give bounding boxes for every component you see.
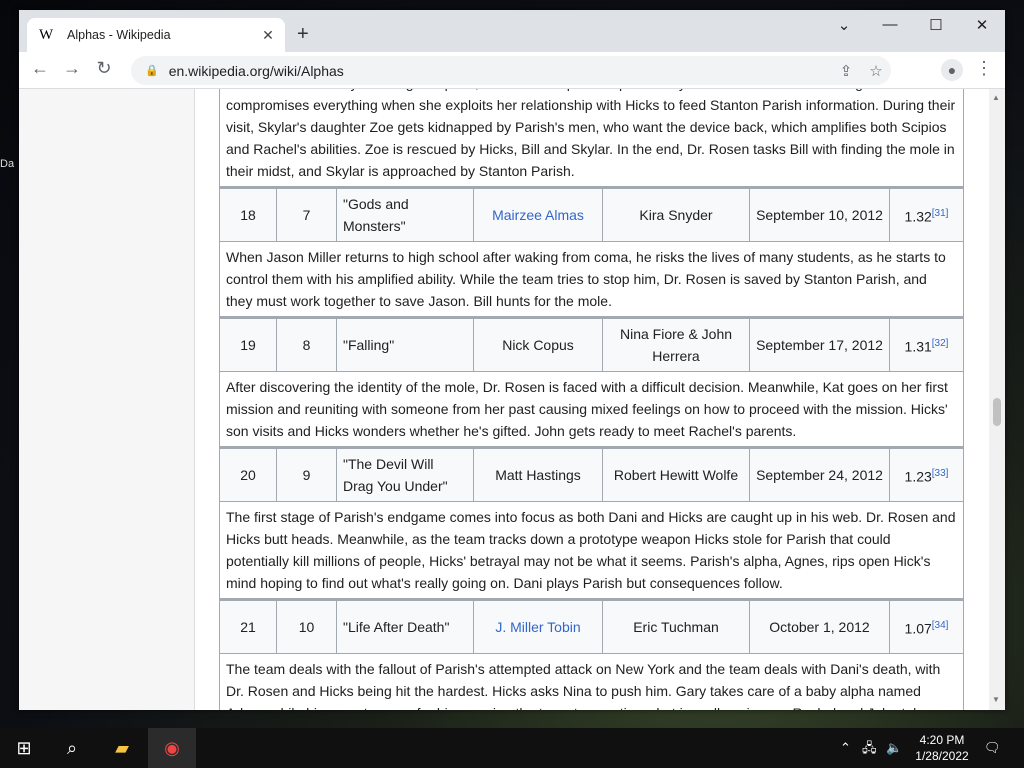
chrome-icon[interactable]: ◉ bbox=[148, 728, 196, 768]
episode-director[interactable]: Mairzee Almas bbox=[473, 187, 603, 242]
show-hidden-icons-icon[interactable]: ⌃ bbox=[840, 728, 851, 768]
episode-air-date: September 17, 2012 bbox=[749, 317, 890, 372]
episode-row: 20 9 "The Devil Will Drag You Under" Matt H… bbox=[219, 447, 964, 502]
summary-text: When Jason Miller returns to high school… bbox=[219, 241, 964, 318]
episode-viewers: 1.23[33] bbox=[889, 447, 964, 502]
episode-overall-number: 18 bbox=[219, 187, 277, 242]
search-icon[interactable]: ⌕ bbox=[48, 728, 96, 768]
share-icon[interactable]: ⇪ bbox=[831, 62, 861, 80]
address-bar[interactable]: 🔒 en.wikipedia.org/wiki/Alphas ⇪ ☆ bbox=[131, 56, 891, 85]
episode-row: 18 7 "Gods and Monsters" Mairzee Almas Kira … bbox=[219, 187, 964, 242]
episode-writer: Robert Hewitt Wolfe bbox=[602, 447, 750, 502]
bookmark-star-icon[interactable]: ☆ bbox=[861, 62, 891, 80]
reload-icon[interactable]: ↻ bbox=[91, 58, 117, 79]
episode-summary: to a small community for refugee Alphas,… bbox=[219, 89, 964, 188]
episode-summary: When Jason Miller returns to high school… bbox=[219, 241, 964, 318]
tab-alphas[interactable]: W Alphas - Wikipedia ✕ bbox=[27, 18, 285, 52]
episode-overall-number: 21 bbox=[219, 599, 277, 654]
episode-row: 21 10 "Life After Death" J. Miller Tobin Eri… bbox=[219, 599, 964, 654]
tab-strip: W Alphas - Wikipedia ✕ + ⌄ — ☐ ✕ bbox=[19, 10, 1005, 52]
reference-link[interactable]: [33] bbox=[932, 468, 949, 479]
new-tab-icon[interactable]: + bbox=[297, 23, 309, 46]
episode-season-number: 7 bbox=[276, 187, 337, 242]
reference-link[interactable]: [32] bbox=[932, 338, 949, 349]
scroll-up-icon[interactable]: ▲ bbox=[992, 93, 1000, 102]
left-sidebar bbox=[19, 89, 195, 710]
close-window-icon[interactable]: ✕ bbox=[959, 16, 1005, 34]
profile-icon[interactable]: ● bbox=[941, 59, 963, 81]
episode-air-date: September 10, 2012 bbox=[749, 187, 890, 242]
summary-text: After discovering the identity of the mo… bbox=[219, 371, 964, 448]
episodes-table: to a small community for refugee Alphas,… bbox=[219, 89, 964, 710]
browser-window: W Alphas - Wikipedia ✕ + ⌄ — ☐ ✕ ← → ↻ 🔒… bbox=[19, 10, 1005, 710]
minimize-icon[interactable]: — bbox=[867, 16, 913, 33]
clock-date: 1/28/2022 bbox=[915, 749, 969, 763]
taskbar: ⊞ ⌕ ▰ ◉ ⌃ 🖧 🔈 4:20 PM 1/28/2022 🗨 bbox=[0, 728, 1024, 768]
start-icon[interactable]: ⊞ bbox=[0, 728, 48, 768]
close-tab-icon[interactable]: ✕ bbox=[257, 27, 279, 44]
viewers-value: 1.23 bbox=[904, 468, 932, 485]
viewers-value: 1.31 bbox=[904, 338, 932, 355]
episode-viewers: 1.31[32] bbox=[889, 317, 964, 372]
back-icon[interactable]: ← bbox=[27, 58, 53, 79]
episode-overall-number: 19 bbox=[219, 317, 277, 372]
menu-icon[interactable]: ⋮ bbox=[975, 58, 993, 79]
tab-title: Alphas - Wikipedia bbox=[67, 28, 171, 42]
summary-text: to a small community for refugee Alphas,… bbox=[219, 89, 964, 188]
desktop-icon-label[interactable]: Da bbox=[0, 158, 14, 170]
wikipedia-favicon-icon: W bbox=[39, 26, 54, 43]
reference-link[interactable]: [31] bbox=[932, 208, 949, 219]
scroll-thumb[interactable] bbox=[993, 398, 1001, 426]
volume-icon[interactable]: 🔈 bbox=[886, 728, 902, 768]
forward-icon[interactable]: → bbox=[59, 58, 85, 79]
scroll-down-icon[interactable]: ▼ bbox=[992, 695, 1000, 704]
episode-title: "Gods and Monsters" bbox=[336, 187, 474, 242]
file-explorer-icon[interactable]: ▰ bbox=[98, 728, 146, 768]
episode-director: Matt Hastings bbox=[473, 447, 603, 502]
episode-director: Nick Copus bbox=[473, 317, 603, 372]
lock-icon[interactable]: 🔒 bbox=[145, 64, 159, 77]
episode-season-number: 10 bbox=[276, 599, 337, 654]
episode-air-date: September 24, 2012 bbox=[749, 447, 890, 502]
episode-summary: The team deals with the fallout of Paris… bbox=[219, 653, 964, 710]
viewers-value: 1.07 bbox=[904, 620, 932, 637]
clock-time: 4:20 PM bbox=[919, 733, 965, 747]
summary-text: The first stage of Parish's endgame come… bbox=[219, 501, 964, 600]
episode-writer: Kira Snyder bbox=[602, 187, 750, 242]
episode-title: "Falling" bbox=[336, 317, 474, 372]
episode-overall-number: 20 bbox=[219, 447, 277, 502]
episode-writer: Eric Tuchman bbox=[602, 599, 750, 654]
episode-season-number: 8 bbox=[276, 317, 337, 372]
episode-row: 19 8 "Falling" Nick Copus Nina Fiore & John … bbox=[219, 317, 964, 372]
episode-viewers: 1.32[31] bbox=[889, 187, 964, 242]
notifications-icon[interactable]: 🗨 bbox=[984, 728, 1001, 768]
episode-air-date: October 1, 2012 bbox=[749, 599, 890, 654]
episode-writer: Nina Fiore & John Herrera bbox=[602, 317, 750, 372]
episode-summary: After discovering the identity of the mo… bbox=[219, 371, 964, 448]
network-icon[interactable]: 🖧 bbox=[862, 728, 877, 768]
reference-link[interactable]: [34] bbox=[932, 620, 949, 631]
toolbar: ← → ↻ 🔒 en.wikipedia.org/wiki/Alphas ⇪ ☆… bbox=[19, 52, 1005, 89]
episode-season-number: 9 bbox=[276, 447, 337, 502]
viewers-value: 1.32 bbox=[904, 208, 932, 225]
scrollbar[interactable]: ▲ ▼ bbox=[989, 89, 1005, 710]
episode-summary: The first stage of Parish's endgame come… bbox=[219, 501, 964, 600]
maximize-icon[interactable]: ☐ bbox=[913, 16, 959, 34]
episode-director[interactable]: J. Miller Tobin bbox=[473, 599, 603, 654]
url-text[interactable]: en.wikipedia.org/wiki/Alphas bbox=[169, 63, 831, 79]
episode-viewers: 1.07[34] bbox=[889, 599, 964, 654]
episode-title: "The Devil Will Drag You Under" bbox=[336, 447, 474, 502]
summary-text: The team deals with the fallout of Paris… bbox=[219, 653, 964, 710]
tab-search-icon[interactable]: ⌄ bbox=[821, 16, 867, 34]
episode-title: "Life After Death" bbox=[336, 599, 474, 654]
clock[interactable]: 4:20 PM 1/28/2022 bbox=[912, 732, 972, 764]
page-viewport: to a small community for refugee Alphas,… bbox=[19, 89, 1005, 710]
